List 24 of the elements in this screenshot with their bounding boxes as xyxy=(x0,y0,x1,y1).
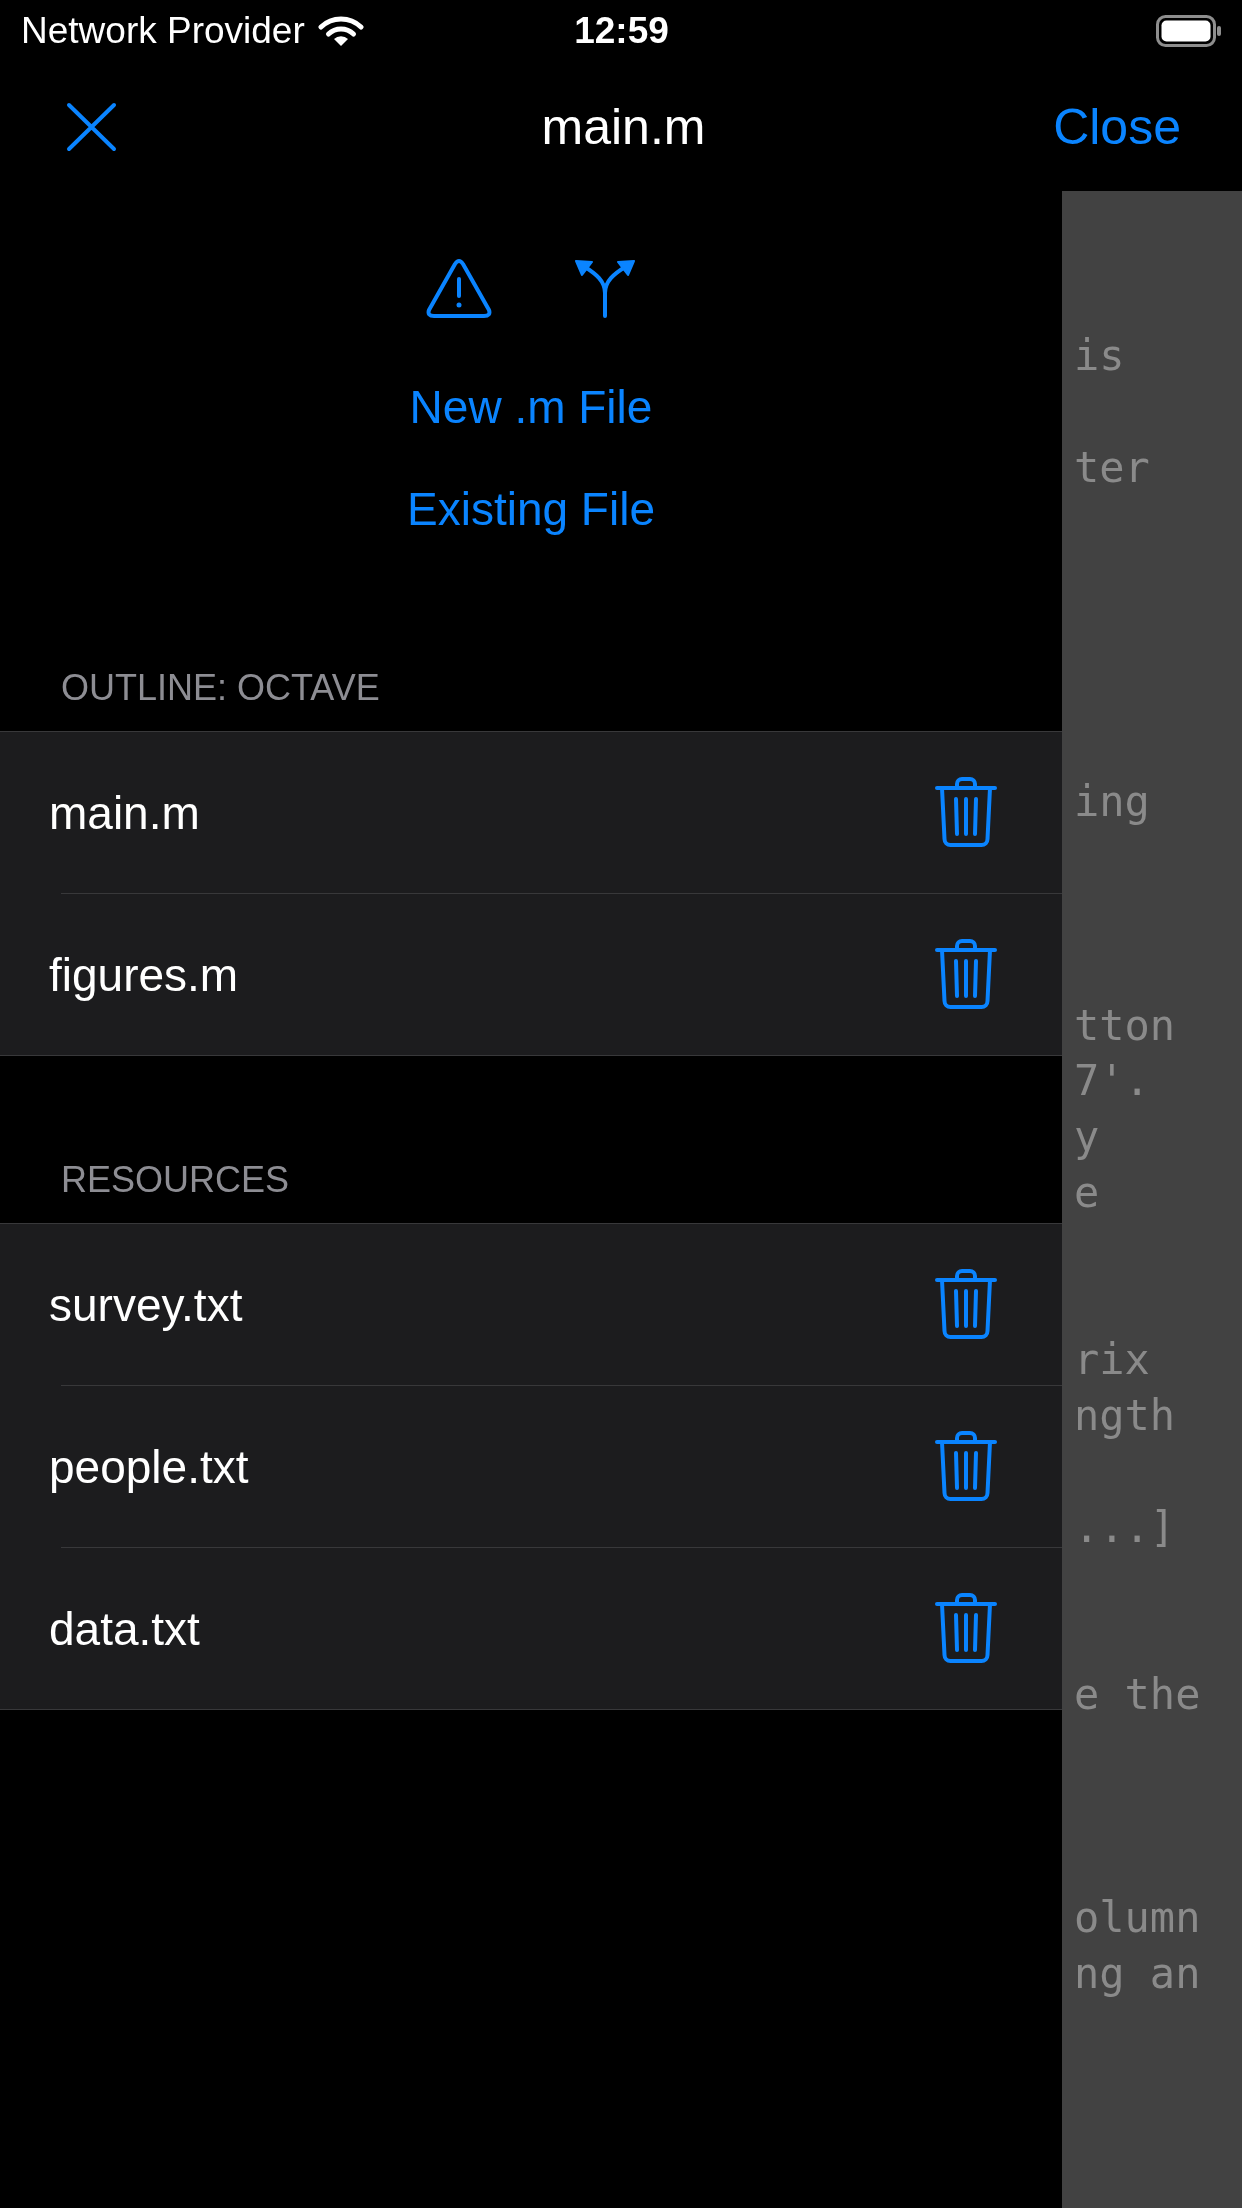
section-header: RESOURCES xyxy=(60,1158,291,1202)
close-icon[interactable] xyxy=(66,101,117,152)
close-button[interactable]: Close xyxy=(1053,96,1181,157)
fork-arrows-icon[interactable] xyxy=(574,259,636,319)
wifi-icon xyxy=(317,15,364,47)
battery-icon xyxy=(1156,15,1222,47)
file-name: data.txt xyxy=(49,1601,200,1657)
trash-icon[interactable] xyxy=(935,1431,997,1502)
trash-icon[interactable] xyxy=(935,777,997,848)
carrier-name: Network Provider xyxy=(21,9,305,53)
file-name: main.m xyxy=(49,785,200,841)
file-name: survey.txt xyxy=(49,1277,243,1333)
file-name: people.txt xyxy=(49,1439,249,1495)
trash-icon[interactable] xyxy=(935,939,997,1010)
action-button[interactable]: Existing File xyxy=(403,479,659,539)
trash-icon[interactable] xyxy=(935,1269,997,1340)
code-text: is ter ing tton 7'. y e rix ngth ...] e the olumn ng an xyxy=(1073,330,1202,2001)
warning-icon[interactable] xyxy=(426,259,492,319)
nav-title: main.m xyxy=(541,97,706,157)
action-button[interactable]: New .m File xyxy=(405,377,657,437)
file-name: figures.m xyxy=(49,947,239,1003)
status-time: 12:59 xyxy=(574,9,669,53)
section-header: OUTLINE: OCTAVE xyxy=(60,666,381,710)
trash-icon[interactable] xyxy=(935,1593,997,1664)
